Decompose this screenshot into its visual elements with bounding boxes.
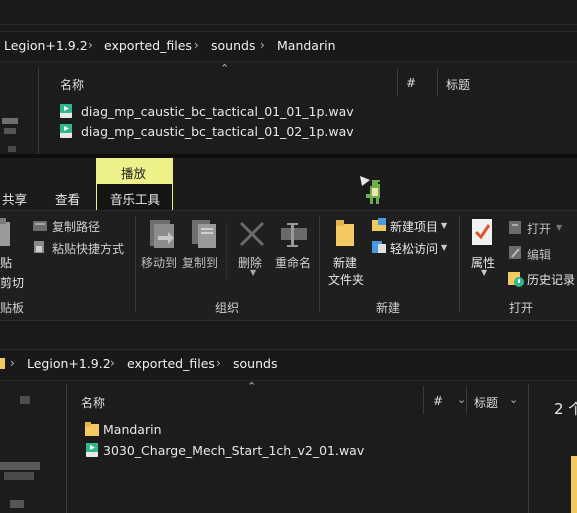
copy-path-icon[interactable] — [33, 220, 47, 232]
history-button[interactable]: 历史记录 — [527, 271, 575, 288]
blurred-nav-item — [10, 500, 24, 508]
sort-up-icon: ⌃ — [247, 380, 257, 393]
bottom-col-hash[interactable]: # — [433, 394, 443, 408]
chevron-down-icon[interactable]: ⌄ — [457, 393, 466, 406]
blurred-nav-item — [4, 128, 16, 134]
blurred-nav-item — [2, 118, 18, 124]
group-label-clipboard: 贴板 — [0, 301, 25, 315]
paste-shortcut-icon[interactable] — [34, 240, 46, 254]
move-to-icon[interactable] — [148, 218, 178, 250]
group-divider — [319, 216, 320, 312]
chevron-right-icon[interactable]: › — [216, 356, 221, 370]
column-divider[interactable] — [423, 386, 424, 414]
chevron-right-icon[interactable]: › — [260, 38, 265, 52]
column-divider[interactable] — [397, 68, 398, 96]
wav-file-icon — [58, 103, 74, 119]
ribbon-gap — [0, 321, 577, 349]
wav-file-icon — [58, 123, 74, 139]
open-icon[interactable] — [509, 221, 523, 235]
column-divider[interactable] — [466, 386, 467, 414]
paste-icon[interactable] — [0, 218, 12, 248]
chevron-right-icon[interactable]: › — [194, 38, 199, 52]
chevron-down-icon[interactable]: ▼ — [556, 223, 562, 232]
folder-icon — [84, 421, 100, 437]
copy-path-button[interactable]: 复制路径 — [52, 218, 100, 235]
chevron-down-icon[interactable]: ▼ — [481, 268, 487, 277]
top-strip — [0, 0, 577, 30]
preview-pane-image — [571, 456, 577, 513]
group-label-new: 新建 — [376, 301, 401, 315]
blurred-nav-item — [0, 462, 40, 470]
item-name: Mandarin — [103, 422, 162, 437]
file-name: diag_mp_caustic_bc_tactical_01_01_1p.wav — [81, 104, 354, 119]
top-crumb-exported[interactable]: exported_files — [104, 38, 192, 53]
history-icon[interactable] — [508, 271, 524, 287]
easy-access-button[interactable]: 轻松访问 — [390, 240, 438, 257]
column-divider — [38, 68, 39, 154]
chevron-down-icon[interactable]: ▼ — [250, 268, 256, 277]
open-button[interactable]: 打开 — [527, 220, 551, 237]
chevron-right-icon[interactable]: › — [110, 356, 115, 370]
group-label-organize: 组织 — [215, 301, 240, 315]
copy-to-icon[interactable] — [190, 218, 220, 250]
tab-view[interactable]: 查看 — [55, 189, 80, 208]
top-crumb-legion[interactable]: Legion+1.9.2 — [4, 38, 88, 53]
ribbon-tab-strip — [0, 158, 577, 210]
delete-x-icon[interactable] — [238, 220, 266, 248]
top-col-title[interactable]: 标题 — [446, 76, 470, 93]
rename-button[interactable]: 重命名 — [275, 254, 311, 271]
new-item-button[interactable]: 新建项目 — [390, 218, 438, 235]
top-divider — [0, 24, 577, 25]
rename-icon[interactable] — [279, 222, 309, 248]
blurred-nav-item — [20, 396, 30, 404]
bottom-crumb-legion[interactable]: Legion+1.9.2 — [27, 356, 111, 371]
paste-shortcut-button[interactable]: 粘贴快捷方式 — [52, 240, 124, 257]
bottom-col-name[interactable]: 名称 — [81, 394, 105, 411]
blurred-nav-item — [4, 472, 34, 480]
wav-file-icon — [84, 442, 100, 458]
item-name: 3030_Charge_Mech_Start_1ch_v2_01.wav — [103, 443, 365, 458]
column-divider[interactable] — [437, 68, 438, 96]
group-divider — [459, 216, 460, 312]
sort-up-icon: ⌃ — [220, 62, 230, 75]
dino-sprite-icon — [358, 174, 390, 208]
chevron-right-icon[interactable]: › — [88, 38, 93, 52]
paste-button[interactable]: 贴 — [0, 254, 12, 271]
cut-button[interactable]: 剪切 — [0, 274, 24, 291]
chevron-down-icon[interactable]: ⌄ — [509, 393, 518, 406]
easy-access-icon[interactable] — [372, 240, 388, 254]
properties-icon[interactable] — [471, 218, 495, 248]
group-label-open: 打开 — [509, 301, 534, 315]
top-crumb-mandarin[interactable]: Mandarin — [277, 38, 336, 53]
item-count-status: 2 个 — [554, 400, 577, 418]
move-to-button[interactable]: 移动到 — [141, 254, 177, 271]
tab-share[interactable]: 共享 — [2, 189, 27, 208]
copy-to-button[interactable]: 复制到 — [182, 254, 218, 271]
chevron-right-icon[interactable]: › — [10, 356, 15, 370]
group-divider — [135, 216, 136, 312]
folder-icon — [0, 356, 6, 370]
new-folder-button-l1[interactable]: 新建 — [333, 254, 357, 271]
edit-button[interactable]: 编辑 — [527, 246, 551, 263]
bottom-crumb-sounds[interactable]: sounds — [233, 356, 277, 371]
bottom-col-title[interactable]: 标题 — [474, 394, 498, 411]
context-tab-label[interactable]: 播放 — [121, 163, 146, 182]
new-folder-button-l2[interactable]: 文件夹 — [328, 271, 364, 288]
file-name: diag_mp_caustic_bc_tactical_01_02_1p.wav — [81, 124, 354, 139]
separator — [226, 222, 227, 280]
bottom-crumb-exported[interactable]: exported_files — [127, 356, 215, 371]
blurred-nav-item — [8, 146, 16, 152]
new-folder-icon[interactable] — [334, 218, 358, 248]
top-col-hash[interactable]: # — [406, 76, 416, 90]
top-col-name[interactable]: 名称 — [60, 76, 84, 93]
chevron-down-icon[interactable]: ▼ — [441, 221, 447, 230]
column-divider — [66, 384, 67, 513]
top-crumb-sounds[interactable]: sounds — [211, 38, 255, 53]
tab-music-tools[interactable]: 音乐工具 — [110, 189, 160, 208]
pane-divider — [528, 384, 529, 513]
chevron-down-icon[interactable]: ▼ — [441, 243, 447, 252]
top-nav-pane — [0, 62, 38, 152]
edit-icon[interactable] — [509, 246, 523, 260]
new-item-icon[interactable] — [372, 218, 388, 232]
